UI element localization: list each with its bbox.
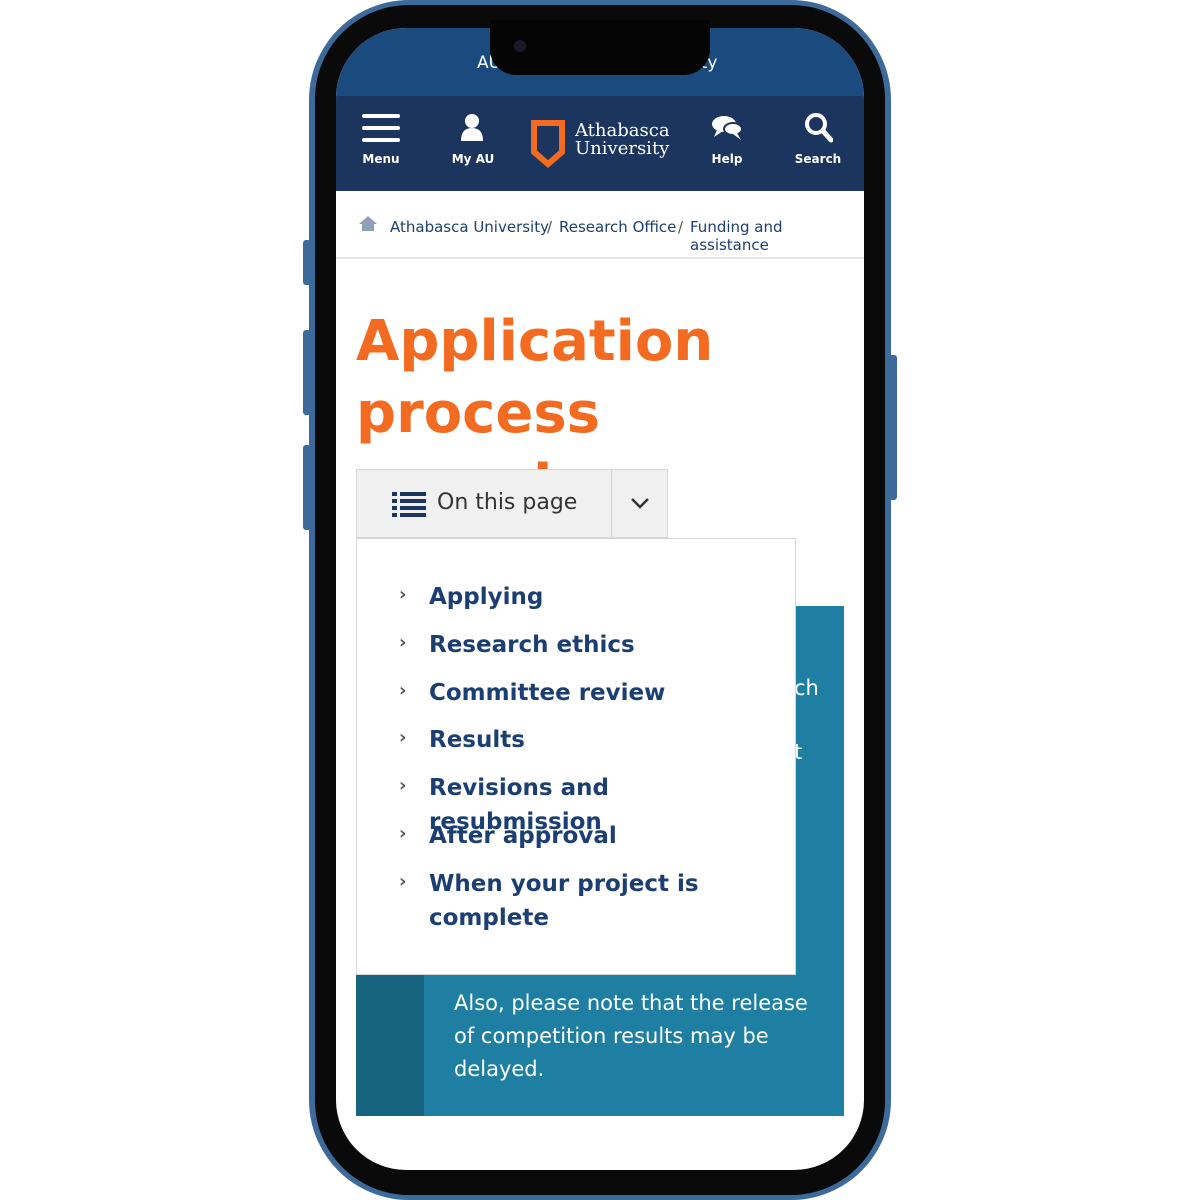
menu-item-results[interactable]: Results [429,723,769,757]
chevron-right-icon: › [399,775,407,796]
my-au-button[interactable]: My AU [433,96,513,191]
camera-icon [514,40,526,52]
home-icon[interactable] [358,215,378,232]
callout-text: ch [794,676,819,700]
breadcrumb-link[interactable]: Athabasca University [390,218,549,236]
chevron-right-icon: › [399,680,407,701]
on-this-page-label: On this page [437,490,578,515]
shield-logo-icon [531,120,565,168]
breadcrumb-link[interactable]: Research Office [559,218,676,236]
logo[interactable]: Athabasca University [531,120,671,170]
on-this-page-menu: › Applying › Research ethics › Committee… [356,538,796,975]
breadcrumb-link[interactable]: Funding and assistance [690,218,864,254]
chevron-down-icon[interactable] [630,497,650,511]
menu-item-committee-review[interactable]: Committee review [429,676,769,710]
screen: AU ity Menu My AU Athabasca University H… [336,28,864,1170]
help-button[interactable]: Help [687,96,767,191]
callout-text: Also, please note that the release of co… [454,991,808,1081]
search-label: Search [794,152,842,166]
menu-label: Menu [362,152,400,166]
chevron-right-icon: › [399,584,407,605]
breadcrumb: Athabasca University / Research Office /… [336,191,864,259]
menu-item-project-complete[interactable]: When your project is complete [429,867,769,935]
hamburger-icon [362,114,400,142]
callout-stripe [356,973,424,1116]
on-this-page-toggle[interactable]: On this page [356,469,668,538]
menu-item-research-ethics[interactable]: Research ethics [429,628,769,662]
phone-side-button [303,240,311,285]
my-au-label: My AU [451,152,495,166]
chevron-right-icon: › [399,632,407,653]
chevron-right-icon: › [399,871,407,892]
chevron-right-icon: › [399,823,407,844]
menu-item-after-approval[interactable]: After approval [429,819,769,853]
menu-item-applying[interactable]: Applying [429,580,769,614]
logo-text: University [575,138,670,159]
help-label: Help [711,152,743,166]
chevron-right-icon: › [399,727,407,748]
chat-bubbles-icon [712,116,743,140]
user-icon [461,114,483,141]
phone-side-button [303,330,311,415]
phone-side-button [889,355,897,500]
search-icon [805,113,833,143]
top-nav: Menu My AU Athabasca University Help Sea… [336,96,864,191]
search-button[interactable]: Search [778,96,858,191]
list-icon [392,492,426,517]
phone-side-button [303,445,311,530]
menu-button[interactable]: Menu [341,96,421,191]
